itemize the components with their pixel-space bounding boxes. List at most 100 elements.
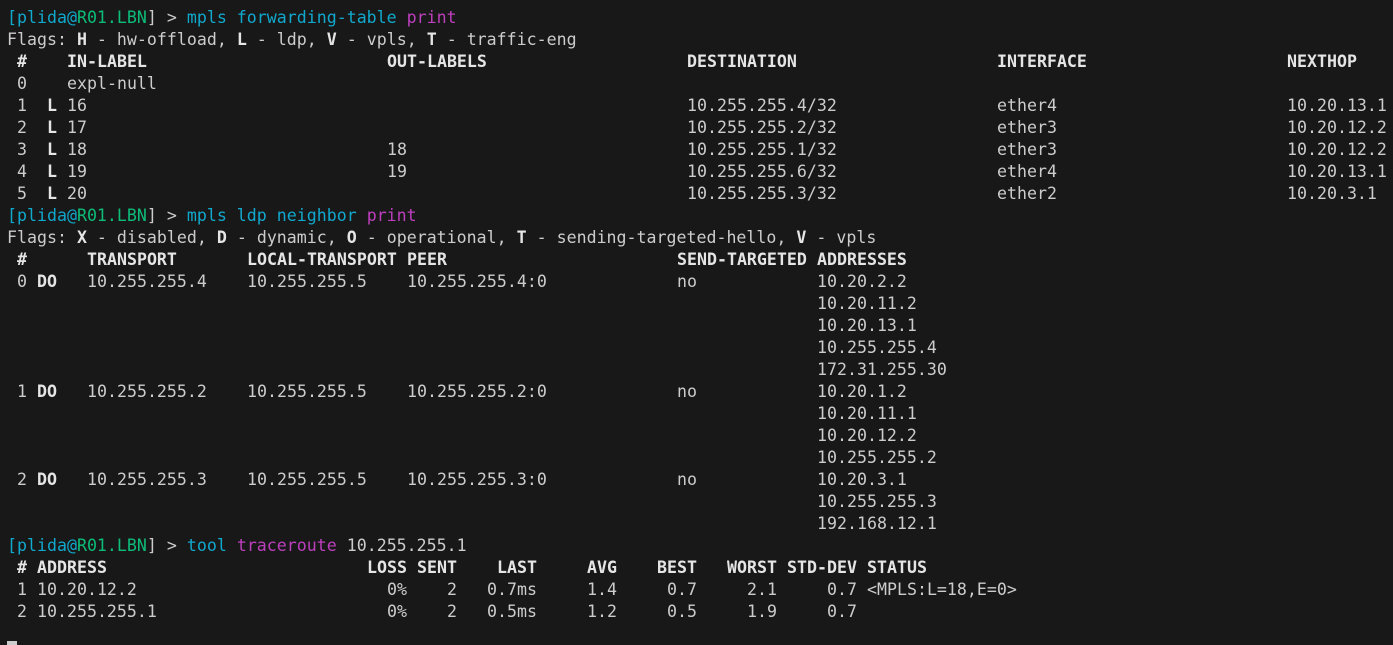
table-row: 192.168.12.1 [7, 513, 1393, 535]
flag-desc: operational [386, 228, 497, 247]
table-row: 2 L 17 10.255.255.2/32 ether3 10.20.12.2 [7, 117, 1393, 139]
row-flags: L [47, 118, 57, 137]
sent: 2 [447, 580, 457, 599]
sep: , [406, 30, 427, 49]
table-row: 0 expl-null [7, 73, 1393, 95]
address: 10.255.255.4 [817, 338, 937, 357]
command-verb: traceroute [236, 536, 337, 555]
sep: - [86, 30, 117, 49]
prompt-symbol: ] > [146, 8, 187, 27]
sent: 2 [447, 602, 457, 621]
command: mpls ldp neighbor [186, 206, 357, 225]
flag-desc: traffic-eng [466, 30, 577, 49]
in-label: 17 [67, 118, 87, 137]
prompt-at: @ [66, 206, 77, 225]
transport: 10.255.255.3 [87, 470, 207, 489]
sep: , [196, 228, 217, 247]
worst: 2.1 [747, 580, 777, 599]
sep: , [306, 30, 327, 49]
ldp-header: # TRANSPORT LOCAL-TRANSPORT PEER SEND-TARGET… [7, 249, 1393, 271]
sep: , [216, 30, 237, 49]
peer: 10.255.255.3:0 [407, 470, 547, 489]
row-flags: L [47, 162, 57, 181]
table-row: 1 DO 10.255.255.2 10.255.255.5 10.255.255.2:… [7, 381, 1393, 403]
column-header: LAST [497, 558, 537, 577]
std-dev: 0.7 [827, 580, 857, 599]
nexthop: 10.20.3.1 [1287, 184, 1377, 203]
flag-letter: T [516, 228, 527, 247]
row-index: 4 [17, 162, 27, 181]
column-header: TRANSPORT [87, 250, 177, 269]
sep: - [226, 228, 257, 247]
flag-letter: H [76, 30, 87, 49]
flag-desc: sending-targeted-hello [556, 228, 777, 247]
local-transport: 10.255.255.5 [247, 382, 367, 401]
flag-letter: D [216, 228, 227, 247]
table-row: 1 L 16 10.255.255.4/32 ether4 10.20.13.1 [7, 95, 1393, 117]
prompt-host: R01.LBN [76, 8, 147, 27]
row-flags: DO [37, 382, 57, 401]
flag-letter: V [796, 228, 807, 247]
local-transport: 10.255.255.5 [247, 470, 367, 489]
prompt-user: plida [17, 8, 67, 27]
row-flags: DO [37, 272, 57, 291]
column-header: AVG [587, 558, 617, 577]
row-flags: L [47, 140, 57, 159]
destination: 10.255.255.6/32 [687, 162, 837, 181]
flags-legend: Flags: X - disabled, D - dynamic, O - op… [7, 227, 1393, 249]
column-header: LOCAL-TRANSPORT [247, 250, 397, 269]
peer: 10.255.255.2:0 [407, 382, 547, 401]
sep: - [526, 228, 557, 247]
sep: , [326, 228, 347, 247]
command: tool [186, 536, 227, 555]
flag-desc: hw-offload [116, 30, 217, 49]
loss: 0% [387, 602, 407, 621]
peer: 10.255.255.4:0 [407, 272, 547, 291]
in-label: 16 [67, 96, 87, 115]
address: 10.255.255.3 [817, 492, 937, 511]
interface: ether4 [997, 162, 1057, 181]
prompt-bracket: [ [7, 536, 17, 555]
prompt-line: [plida@R01.LBN] > tool traceroute 10.255… [7, 535, 1393, 557]
address: 10.20.11.1 [817, 404, 917, 423]
last: 0.7ms [487, 580, 537, 599]
flag-desc: vpls [836, 228, 877, 247]
sep: , [496, 228, 517, 247]
in-label: expl-null [67, 74, 157, 93]
prompt-at: @ [66, 536, 77, 555]
flags-legend: Flags: H - hw-offload, L - ldp, V - vpls… [7, 29, 1393, 51]
trace-header: # ADDRESS LOSS SENT LAST AVG BEST WORST STD-DEV S… [7, 557, 1393, 579]
table-row: 10.20.11.2 [7, 293, 1393, 315]
table-row: 172.31.255.30 [7, 359, 1393, 381]
interface: ether3 [997, 140, 1057, 159]
row-flags: L [47, 184, 57, 203]
column-header: BEST [657, 558, 697, 577]
column-header: ADDRESSES [817, 250, 907, 269]
flag-desc: ldp [276, 30, 307, 49]
sep: - [436, 30, 467, 49]
column-header: SEND-TARGETED [677, 250, 807, 269]
table-row: 10.20.13.1 [7, 315, 1393, 337]
address: 10.20.2.2 [817, 272, 907, 291]
terminal[interactable]: [plida@R01.LBN] > mpls forwarding-table … [0, 0, 1393, 645]
address: 10.20.13.1 [817, 316, 917, 335]
best: 0.5 [667, 602, 697, 621]
avg: 1.2 [587, 602, 617, 621]
table-row: 10.255.255.4 [7, 337, 1393, 359]
destination: 10.255.255.1/32 [687, 140, 837, 159]
sep: - [246, 30, 277, 49]
transport: 10.255.255.4 [87, 272, 207, 291]
nexthop: 10.20.13.1 [1287, 96, 1387, 115]
column-header: OUT-LABELS [387, 52, 487, 71]
prompt-user: plida [17, 206, 67, 225]
table-row: 0 DO 10.255.255.4 10.255.255.5 10.255.255.4:… [7, 271, 1393, 293]
out-label: 18 [387, 140, 407, 159]
flag-desc: dynamic [256, 228, 327, 247]
row-index: 5 [17, 184, 27, 203]
in-label: 18 [67, 140, 87, 159]
address: 172.31.255.30 [817, 360, 947, 379]
